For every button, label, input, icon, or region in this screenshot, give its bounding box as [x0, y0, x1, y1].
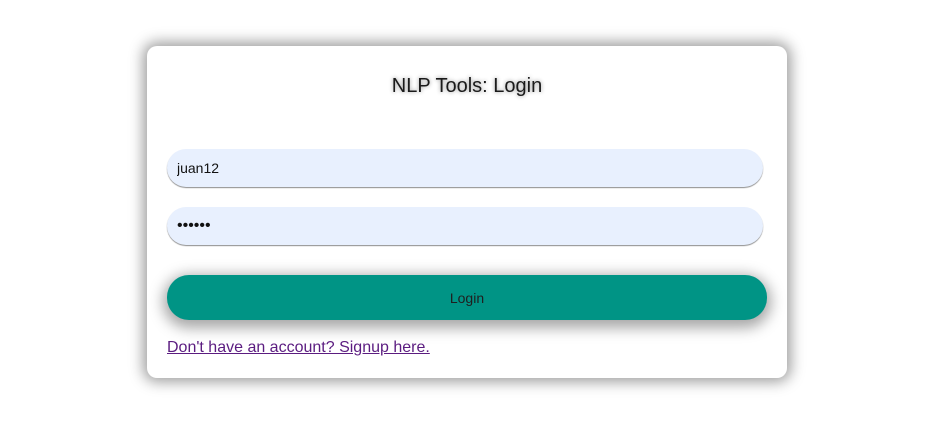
- password-field[interactable]: [167, 207, 763, 245]
- username-field[interactable]: [167, 149, 763, 187]
- login-button[interactable]: Login: [167, 275, 767, 320]
- signup-link[interactable]: Don't have an account? Signup here.: [167, 339, 430, 357]
- page-title: NLP Tools: Login: [391, 75, 543, 97]
- login-card: NLP Tools: Login Login Don't have an acc…: [147, 46, 787, 378]
